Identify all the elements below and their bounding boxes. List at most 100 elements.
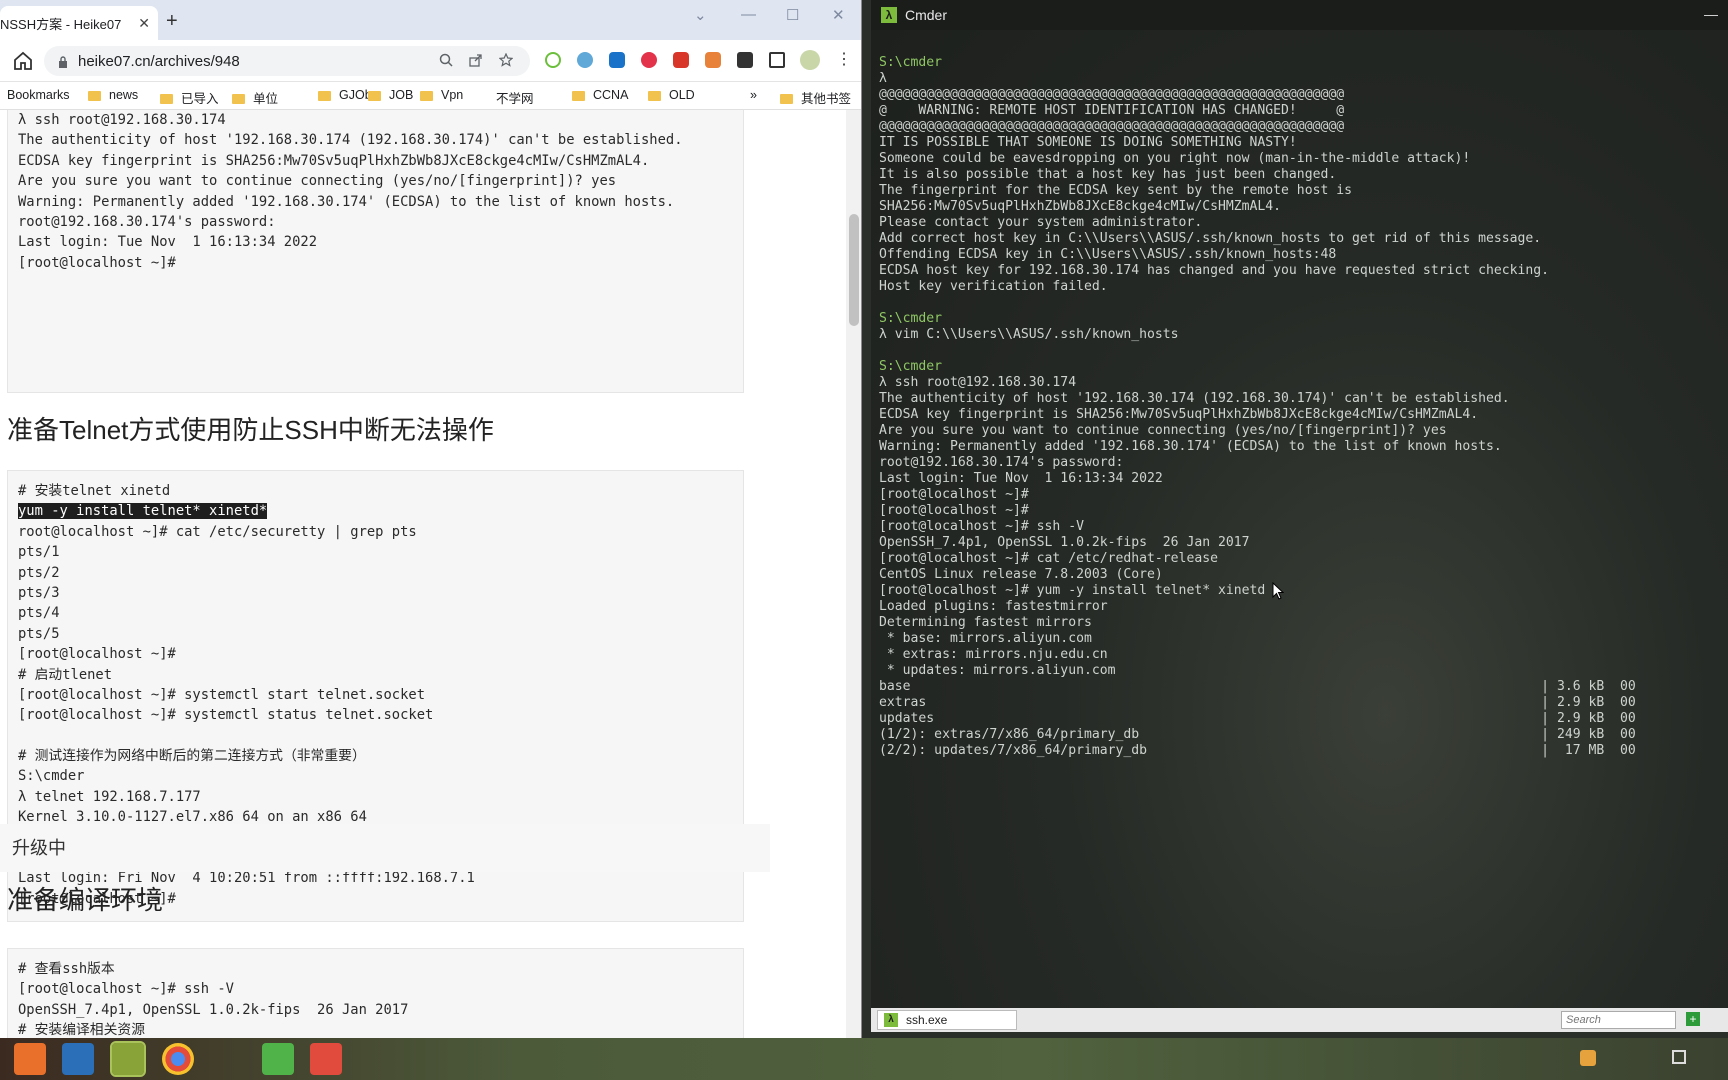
terminal-search-input[interactable] [1561, 1011, 1676, 1029]
terminal-line: (1/2): extras/7/x86_64/primary_db | 249 … [879, 727, 1636, 742]
terminal-line: Determining fastest mirrors [879, 615, 1092, 630]
code-block-ssh: λ ssh root@192.168.30.174 The authenticit… [7, 110, 744, 393]
terminal-titlebar: λ Cmder — [871, 0, 1728, 30]
code-line: [root@localhost ~]# systemctl start teln… [18, 685, 733, 705]
taskbar-app-green-icon[interactable] [262, 1043, 294, 1075]
share-icon[interactable] [469, 53, 483, 70]
terminal-tab-label: ssh.exe [906, 1013, 948, 1027]
folder-icon [368, 91, 381, 101]
terminal-line: λ vim C:\\Users\\ASUS/.ssh/known_hosts [879, 327, 1179, 342]
code-line-text: yum -y install telnet* xinetd* [18, 503, 268, 520]
code-line: yum -y install telnet* xinetd* [18, 501, 733, 521]
extensions-puzzle-icon[interactable] [737, 52, 753, 68]
taskbar-app-red-icon[interactable] [310, 1043, 342, 1075]
bookmark-item[interactable]: 不学网 [496, 88, 534, 107]
terminal-line: SHA256:Mw70Sv5uqPlHxhZbWb8JXcE8ckge4cMIw… [879, 199, 1282, 214]
taskbar-app-orange-icon[interactable] [14, 1043, 46, 1075]
extension-cc-icon[interactable] [673, 52, 689, 68]
cmder-window: λ Cmder — S:\cmder λ @@@@@@@@@@@@@@@@@@@@@… [871, 0, 1728, 1032]
terminal-line: [root@localhost ~]# ssh -V [879, 519, 1084, 534]
terminal-output[interactable]: S:\cmder λ @@@@@@@@@@@@@@@@@@@@@@@@@@@@@@@… [879, 55, 1636, 759]
terminal-minimize-button[interactable]: — [1704, 6, 1718, 22]
extension-box-icon[interactable] [705, 52, 721, 68]
terminal-line: (2/2): updates/7/x86_64/primary_db | 17 … [879, 743, 1636, 758]
code-line: The authenticity of host '192.168.30.174… [18, 130, 733, 150]
terminal-tab[interactable]: λ ssh.exe [877, 1010, 1017, 1030]
code-line-text: The authenticity of host '192.168.30.174… [18, 132, 683, 149]
code-line-text: # 测试连接作为网络中断后的第二连接方式（非常重要） [18, 748, 366, 765]
bookmark-label: Bookmarks [7, 88, 70, 102]
folder-icon [648, 91, 661, 101]
lock-icon[interactable] [58, 55, 68, 68]
zoom-icon[interactable] [439, 53, 453, 70]
close-window-button[interactable]: ✕ [832, 6, 845, 24]
code-line: pts/3 [18, 583, 733, 603]
extension-clock-icon[interactable] [609, 52, 625, 68]
windows-taskbar [0, 1038, 1728, 1080]
bookmarks-overflow-button[interactable]: » [750, 88, 757, 102]
terminal-tab-icon: λ [884, 1013, 898, 1027]
code-line: [root@localhost ~]# systemctl status tel… [18, 705, 733, 725]
code-line: [root@localhost ~]# ssh -V [18, 979, 733, 999]
terminal-line: [root@localhost ~]# cat /etc/redhat-rele… [879, 551, 1218, 566]
browser-tab[interactable]: NSSH方案 - Heike07 ✕ [0, 6, 158, 40]
minimize-button[interactable]: — [741, 6, 756, 23]
code-line: # 安装telnet xinetd [18, 481, 733, 501]
close-tab-icon[interactable]: ✕ [138, 15, 150, 32]
code-line: pts/4 [18, 603, 733, 623]
bookmark-item[interactable]: CCNA [572, 88, 628, 102]
code-line-text: pts/2 [18, 564, 60, 581]
code-line-text: pts/5 [18, 625, 60, 642]
bookmark-star-icon[interactable] [498, 52, 514, 70]
code-line-text: Last login: Tue Nov 1 16:13:34 2022 [18, 234, 318, 251]
tray-grid-icon[interactable] [1672, 1050, 1686, 1064]
bookmark-item[interactable]: GJOb [318, 88, 372, 102]
other-bookmarks[interactable]: 其他书签 [780, 88, 851, 107]
terminal-line: OpenSSH_7.4p1, OpenSSL 1.0.2k-fips 26 Ja… [879, 535, 1250, 550]
url-text[interactable]: heike07.cn/archives/948 [78, 53, 240, 70]
code-line: root@192.168.30.174's password: [18, 212, 733, 232]
code-line-text: ECDSA key fingerprint is SHA256:Mw70Sv5u… [18, 152, 650, 169]
bookmark-item[interactable]: Vpn [420, 88, 463, 102]
terminal-line: S:\cmder [879, 55, 943, 70]
bookmark-item[interactable]: 单位 [232, 88, 278, 107]
tab-search-icon[interactable]: ⌄ [694, 6, 707, 24]
new-console-icon[interactable]: + [1686, 1012, 1700, 1026]
bookmark-label: 不学网 [496, 92, 534, 106]
scrollbar-thumb[interactable] [849, 214, 859, 326]
page-scrollbar[interactable] [846, 110, 861, 1038]
home-icon[interactable] [12, 50, 34, 72]
code-line-text: [root@localhost ~]# systemctl start teln… [18, 686, 426, 703]
extension-globe-icon[interactable] [577, 52, 593, 68]
code-line: Are you sure you want to continue connec… [18, 171, 733, 191]
side-panel-icon[interactable] [769, 52, 785, 68]
taskbar-app-folder-icon[interactable] [62, 1043, 94, 1075]
code-line-text: pts/1 [18, 544, 60, 561]
code-line-text: Are you sure you want to continue connec… [18, 173, 617, 190]
extension-refresh-icon[interactable] [545, 52, 561, 68]
code-line: OpenSSH_7.4p1, OpenSSL 1.0.2k-fips 26 Ja… [18, 1000, 733, 1020]
tray-shield-icon[interactable] [1580, 1050, 1596, 1066]
menu-kebab-icon[interactable]: ⋮ [836, 49, 852, 68]
profile-avatar[interactable] [800, 50, 820, 70]
terminal-line: It is also possible that a host key has … [879, 167, 1337, 182]
bookmark-item[interactable]: JOB [368, 88, 413, 102]
taskbar-app-cmder-icon[interactable] [110, 1041, 146, 1077]
bookmark-label: 单位 [253, 92, 279, 106]
heading-telnet: 准备Telnet方式使用防止SSH中断无法操作 [7, 415, 494, 445]
terminal-line: [root@localhost ~]# [879, 487, 1029, 502]
taskbar-chrome-icon[interactable] [162, 1043, 194, 1075]
bookmark-item[interactable]: OLD [648, 88, 695, 102]
extension-t-icon[interactable] [641, 52, 657, 68]
new-tab-button[interactable]: + [166, 10, 178, 33]
tab-strip: NSSH方案 - Heike07 ✕ + ⌄ — ☐ ✕ [0, 0, 861, 40]
bookmark-label: 已导入 [181, 92, 219, 106]
bookmark-item[interactable]: 已导入 [160, 88, 219, 107]
address-bar[interactable]: heike07.cn/archives/948 [44, 46, 530, 76]
bookmark-item[interactable]: Bookmarks [7, 88, 70, 102]
code-line: root@localhost ~]# cat /etc/securetty | … [18, 522, 733, 542]
terminal-line: updates | 2.9 kB 00 [879, 711, 1636, 726]
bookmark-label: CCNA [593, 88, 629, 102]
bookmark-item[interactable]: news [88, 88, 138, 102]
maximize-button[interactable]: ☐ [786, 6, 799, 24]
